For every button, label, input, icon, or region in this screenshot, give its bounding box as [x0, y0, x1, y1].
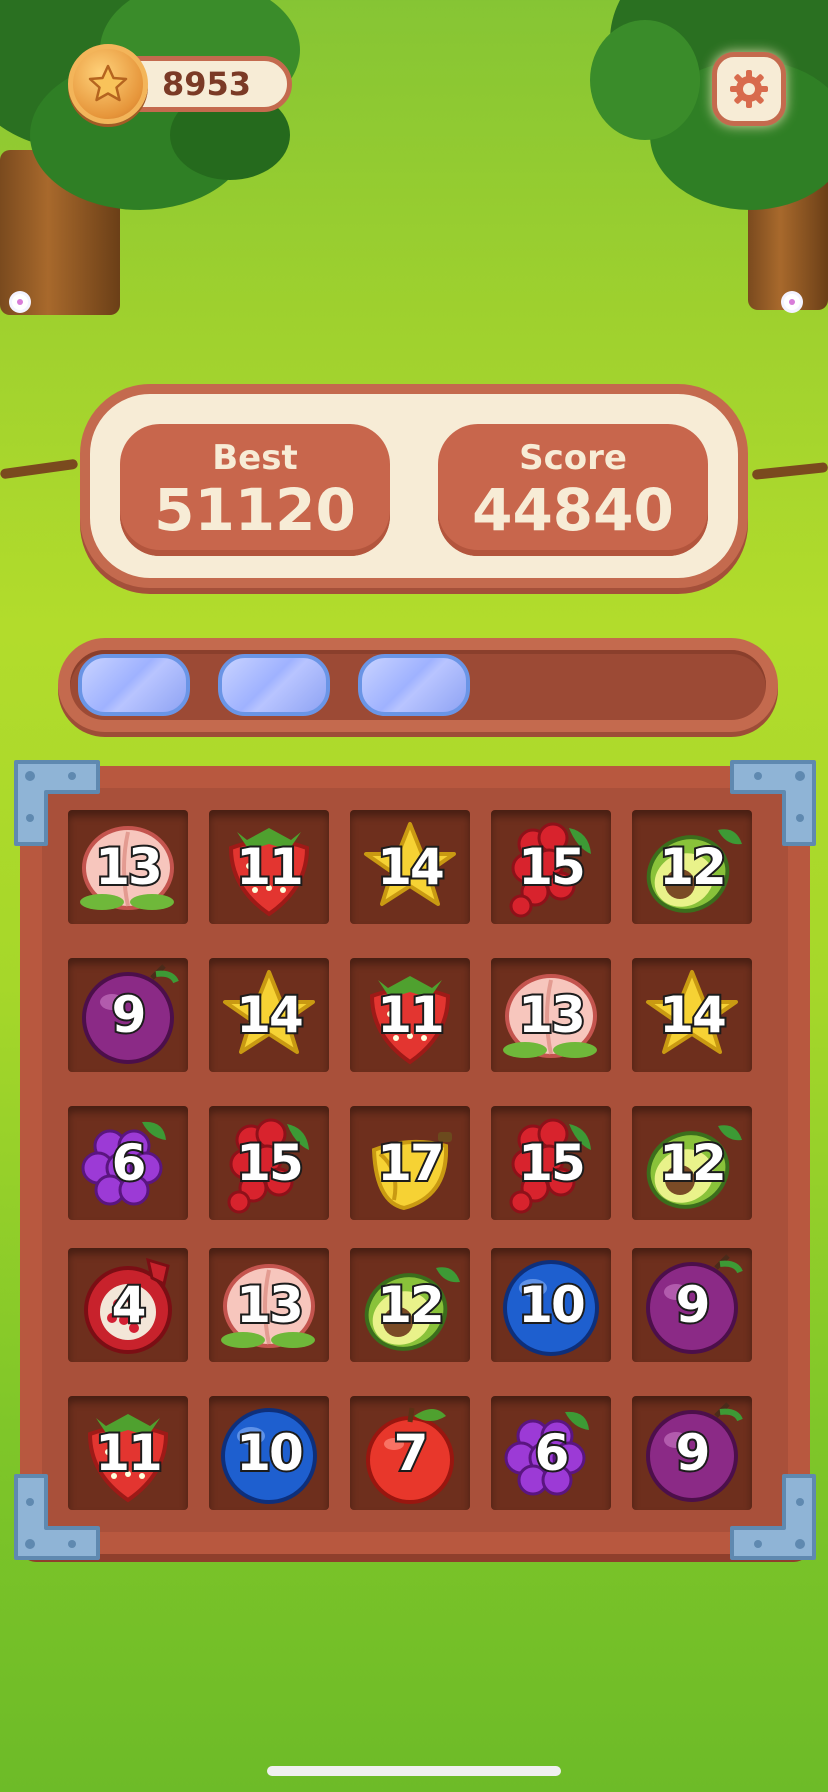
avocado-tile[interactable]: 12 [632, 1106, 752, 1220]
board-cell[interactable]: 13 [491, 958, 611, 1072]
starfruit-tile[interactable]: 14 [350, 810, 470, 924]
tile-value: 11 [93, 1422, 165, 1484]
board-cell[interactable]: 15 [491, 810, 611, 924]
peach-tile[interactable]: 13 [209, 1248, 329, 1362]
tile-value: 12 [375, 1274, 447, 1336]
board-cell[interactable]: 9 [68, 958, 188, 1072]
score-panel: Best 51120 Score 44840 [80, 384, 748, 588]
tile-value: 15 [516, 836, 588, 898]
tile-value: 10 [234, 1422, 306, 1484]
tile-value: 10 [516, 1274, 588, 1336]
progress-track [70, 650, 766, 720]
tile-value: 9 [674, 1422, 713, 1484]
redcurrant-tile[interactable]: 15 [491, 810, 611, 924]
board-cell[interactable]: 11 [209, 810, 329, 924]
current-score-box: Score 44840 [438, 424, 708, 556]
tile-value: 6 [110, 1132, 149, 1194]
redcurrant-tile[interactable]: 15 [491, 1106, 611, 1220]
board-cell[interactable]: 12 [632, 1106, 752, 1220]
best-value: 51120 [154, 476, 356, 544]
star-coin-icon [68, 44, 148, 124]
tile-value: 14 [375, 836, 447, 898]
tile-value: 14 [234, 984, 306, 1046]
tile-value: 13 [93, 836, 165, 898]
board-cell[interactable]: 15 [209, 1106, 329, 1220]
tile-value: 7 [392, 1422, 431, 1484]
board-cell[interactable]: 4 [68, 1248, 188, 1362]
board-cell[interactable]: 9 [632, 1248, 752, 1362]
strawberry-tile[interactable]: 11 [209, 810, 329, 924]
gear-icon [730, 70, 768, 108]
board-cell[interactable]: 14 [632, 958, 752, 1072]
grape-tile[interactable]: 6 [491, 1396, 611, 1510]
background-tree-left [0, 0, 330, 320]
board-cell[interactable]: 6 [68, 1106, 188, 1220]
flower-decoration [784, 294, 800, 310]
strawberry-tile[interactable]: 11 [350, 958, 470, 1072]
board-grid: 13 11 14 15 12 9 14 11 13 14 6 15 17 15 12 4 13 12 10 9 11 10… [42, 788, 788, 1532]
starfruit-tile[interactable]: 14 [209, 958, 329, 1072]
tile-value: 11 [234, 836, 306, 898]
redcurrant-tile[interactable]: 15 [209, 1106, 329, 1220]
tile-value: 17 [375, 1132, 447, 1194]
board-cell[interactable]: 13 [209, 1248, 329, 1362]
tile-value: 14 [657, 984, 729, 1046]
board-cell[interactable]: 14 [350, 810, 470, 924]
coin-count: 8953 [161, 65, 251, 103]
progress-segment [218, 654, 330, 716]
blueberry-tile[interactable]: 10 [491, 1248, 611, 1362]
tile-value: 13 [516, 984, 588, 1046]
score-value: 44840 [472, 476, 674, 544]
board-cell[interactable]: 12 [350, 1248, 470, 1362]
pomegranate-tile[interactable]: 4 [68, 1248, 188, 1362]
settings-button[interactable] [712, 52, 786, 126]
progress-segment [78, 654, 190, 716]
board-corner-bracket [728, 1472, 818, 1562]
blueberry-tile[interactable]: 10 [209, 1396, 329, 1510]
branch-decoration [751, 462, 828, 480]
board-cell[interactable]: 15 [491, 1106, 611, 1220]
peach-tile[interactable]: 13 [491, 958, 611, 1072]
score-label: Score [519, 438, 627, 478]
banana-tile[interactable]: 17 [350, 1106, 470, 1220]
board-cell[interactable]: 10 [209, 1396, 329, 1510]
tile-value: 9 [110, 984, 149, 1046]
tile-value: 15 [516, 1132, 588, 1194]
flower-decoration [12, 294, 28, 310]
apple-tile[interactable]: 7 [350, 1396, 470, 1510]
tile-value: 4 [110, 1274, 149, 1336]
plum-tile[interactable]: 9 [632, 1248, 752, 1362]
board-cell[interactable]: 14 [209, 958, 329, 1072]
board-corner-bracket [728, 758, 818, 848]
plum-tile[interactable]: 9 [68, 958, 188, 1072]
board-cell[interactable]: 6 [491, 1396, 611, 1510]
tile-value: 12 [657, 836, 729, 898]
home-indicator[interactable] [267, 1766, 561, 1776]
tile-value: 12 [657, 1132, 729, 1194]
best-score-box: Best 51120 [120, 424, 390, 556]
game-board: 13 11 14 15 12 9 14 11 13 14 6 15 17 15 12 4 13 12 10 9 11 10… [14, 760, 816, 1560]
board-cell[interactable]: 11 [350, 958, 470, 1072]
starfruit-tile[interactable]: 14 [632, 958, 752, 1072]
board-cell[interactable]: 10 [491, 1248, 611, 1362]
progress-segment [358, 654, 470, 716]
tile-value: 11 [375, 984, 447, 1046]
best-label: Best [212, 438, 298, 478]
background-tree-right [590, 0, 828, 320]
tile-value: 6 [533, 1422, 572, 1484]
tile-value: 9 [674, 1274, 713, 1336]
progress-bar [58, 638, 778, 732]
tile-value: 13 [234, 1274, 306, 1336]
board-corner-bracket [12, 758, 102, 848]
board-cell[interactable]: 17 [350, 1106, 470, 1220]
tile-value: 15 [234, 1132, 306, 1194]
board-cell[interactable]: 7 [350, 1396, 470, 1510]
branch-decoration [0, 458, 79, 480]
avocado-tile[interactable]: 12 [350, 1248, 470, 1362]
grape-tile[interactable]: 6 [68, 1106, 188, 1220]
board-corner-bracket [12, 1472, 102, 1562]
